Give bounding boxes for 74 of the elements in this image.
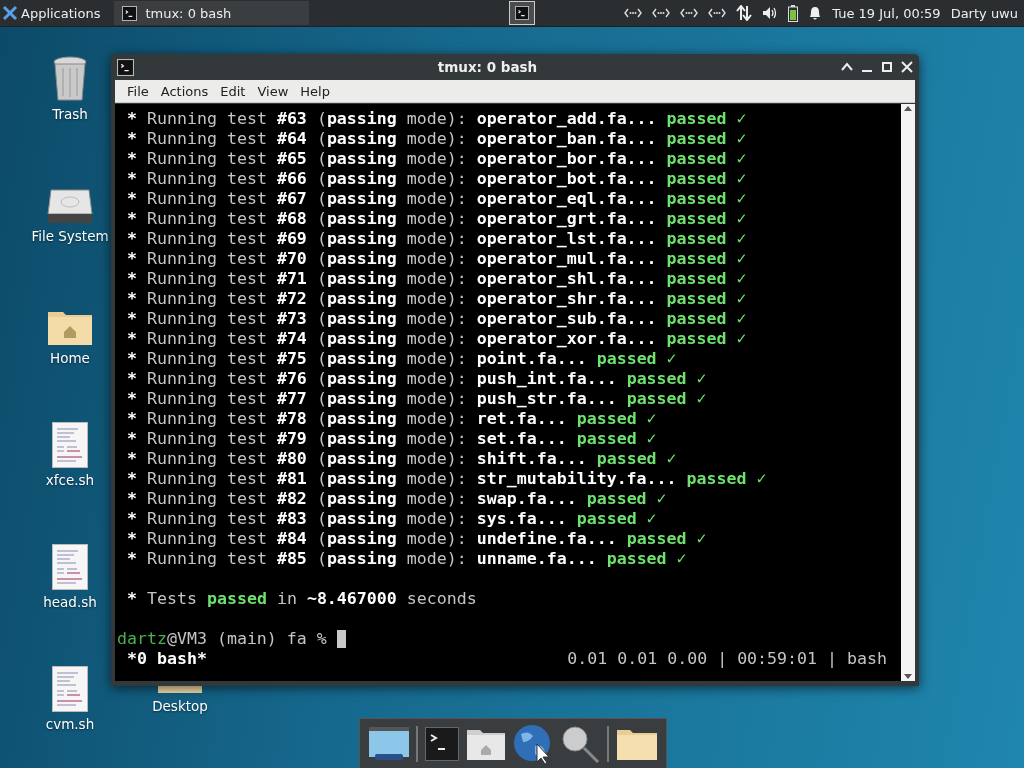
desktop-icon-label[interactable]: Home <box>50 350 90 366</box>
window-title: tmux: 0 bash <box>436 59 539 75</box>
taskbar-button[interactable]: tmux: 0 bash <box>114 1 310 25</box>
hard-drive-icon <box>47 188 93 224</box>
user-name[interactable]: Darty uwu <box>950 5 1018 21</box>
terminal-icon <box>122 5 138 21</box>
desktop-icon-label[interactable]: head.sh <box>43 594 97 610</box>
terminal-line: * Running test #70 (passing mode): operator_mul.fa... passed ✓ <box>126 249 748 269</box>
tmux-status-info: 0.01 0.01 0.00 | 00:59:01 | bash <box>567 649 887 669</box>
menu-item[interactable]: Actions <box>154 83 215 99</box>
terminal-line: * Running test #65 (passing mode): operator_bor.fa... passed ✓ <box>126 149 748 169</box>
transfer-icon[interactable] <box>736 5 753 21</box>
applications-menu[interactable]: Applications <box>0 5 107 21</box>
terminal-line: * Running test #77 (passing mode): push_str.fa... passed ✓ <box>126 389 708 409</box>
script-file-icon <box>52 422 88 468</box>
scrollbar[interactable] <box>901 104 915 681</box>
terminal-line: * Running test #82 (passing mode): swap.fa... passed ✓ <box>126 489 668 509</box>
menu-item[interactable]: View <box>251 83 295 99</box>
notification-icon[interactable] <box>808 5 823 21</box>
desktop-icon-label[interactable]: cvm.sh <box>45 716 95 732</box>
terminal-line: * Tests passed in ~8.467000 seconds <box>126 589 478 609</box>
menu-item[interactable]: Edit <box>214 83 252 99</box>
script-file-icon <box>52 544 88 590</box>
workspace-switcher[interactable] <box>508 1 535 25</box>
network-icon[interactable] <box>652 8 671 18</box>
terminal-icon[interactable] <box>424 727 459 761</box>
terminal-line: * Running test #76 (passing mode): push_int.fa... passed ✓ <box>126 369 708 389</box>
terminal-line: * Running test #63 (passing mode): operator_add.fa... passed ✓ <box>126 109 748 129</box>
menu-item[interactable]: Help <box>294 83 336 99</box>
terminal-line: * Running test #73 (passing mode): operator_sub.fa... passed ✓ <box>126 309 748 329</box>
terminal-line: * Running test #69 (passing mode): operator_lst.fa... passed ✓ <box>126 229 748 249</box>
home-folder-icon[interactable] <box>465 727 506 761</box>
terminal-line: * Running test #74 (passing mode): operator_xor.fa... passed ✓ <box>126 329 748 349</box>
script-file-icon <box>52 666 88 712</box>
trash-icon <box>52 56 88 102</box>
folder-icon[interactable] <box>615 727 658 761</box>
battery-icon[interactable] <box>788 4 799 22</box>
desktop-icon-label[interactable]: Trash <box>52 106 88 122</box>
desktop-icon-label[interactable]: File System <box>31 228 109 244</box>
scroll-down-icon[interactable] <box>903 671 913 681</box>
globe-icon[interactable] <box>512 724 553 764</box>
maximize-icon[interactable] <box>881 61 893 73</box>
terminal-line: * Running test #72 (passing mode): operator_shr.fa... passed ✓ <box>126 289 748 309</box>
collapse-icon[interactable] <box>841 61 853 73</box>
terminal-icon <box>514 6 529 20</box>
terminal-line: * Running test #81 (passing mode): str_mutability.fa... passed ✓ <box>126 469 768 489</box>
terminal-line: * Running test #78 (passing mode): ret.fa... passed ✓ <box>126 409 658 429</box>
terminal-line: * Running test #67 (passing mode): operator_eql.fa... passed ✓ <box>126 189 748 209</box>
volume-icon[interactable] <box>762 6 779 20</box>
clock[interactable]: Tue 19 Jul, 00:59 <box>832 5 941 21</box>
terminal-line: * Running test #64 (passing mode): operator_ban.fa... passed ✓ <box>126 129 748 149</box>
terminal-line: * Running test #85 (passing mode): unname.fa... passed ✓ <box>126 549 688 569</box>
desktop-icon-label[interactable]: xfce.sh <box>45 472 95 488</box>
terminal-icon <box>117 58 134 76</box>
shell-prompt: dartz@VM3 (main) fa % <box>117 629 328 649</box>
tmux-window-list: *0 bash* <box>117 649 207 669</box>
menu-item[interactable]: File <box>121 83 155 99</box>
network-icon[interactable] <box>680 8 699 18</box>
network-icon[interactable] <box>624 8 643 18</box>
network-icon[interactable] <box>708 8 727 18</box>
terminal-line: * Running test #80 (passing mode): shift.fa... passed ✓ <box>126 449 678 469</box>
terminal-line: * Running test #75 (passing mode): point.fa... passed ✓ <box>126 349 678 369</box>
terminal-line: * Running test #71 (passing mode): operator_shl.fa... passed ✓ <box>126 269 748 289</box>
terminal-line: * Running test #83 (passing mode): sys.fa... passed ✓ <box>126 509 658 529</box>
terminal-line: * Running test #66 (passing mode): operator_bot.fa... passed ✓ <box>126 169 748 189</box>
xfce-logo-icon <box>2 5 18 21</box>
search-icon[interactable] <box>559 724 600 764</box>
terminal-line: * Running test #79 (passing mode): set.fa... passed ✓ <box>126 429 658 449</box>
show-desktop-icon[interactable] <box>368 727 409 761</box>
terminal-line: * Running test #68 (passing mode): operator_grt.fa... passed ✓ <box>126 209 748 229</box>
terminal-line: * Running test #84 (passing mode): undefine.fa... passed ✓ <box>126 529 708 549</box>
desktop-icon-label[interactable]: Desktop <box>152 698 208 714</box>
text-cursor <box>336 630 346 648</box>
close-icon[interactable] <box>901 61 913 73</box>
